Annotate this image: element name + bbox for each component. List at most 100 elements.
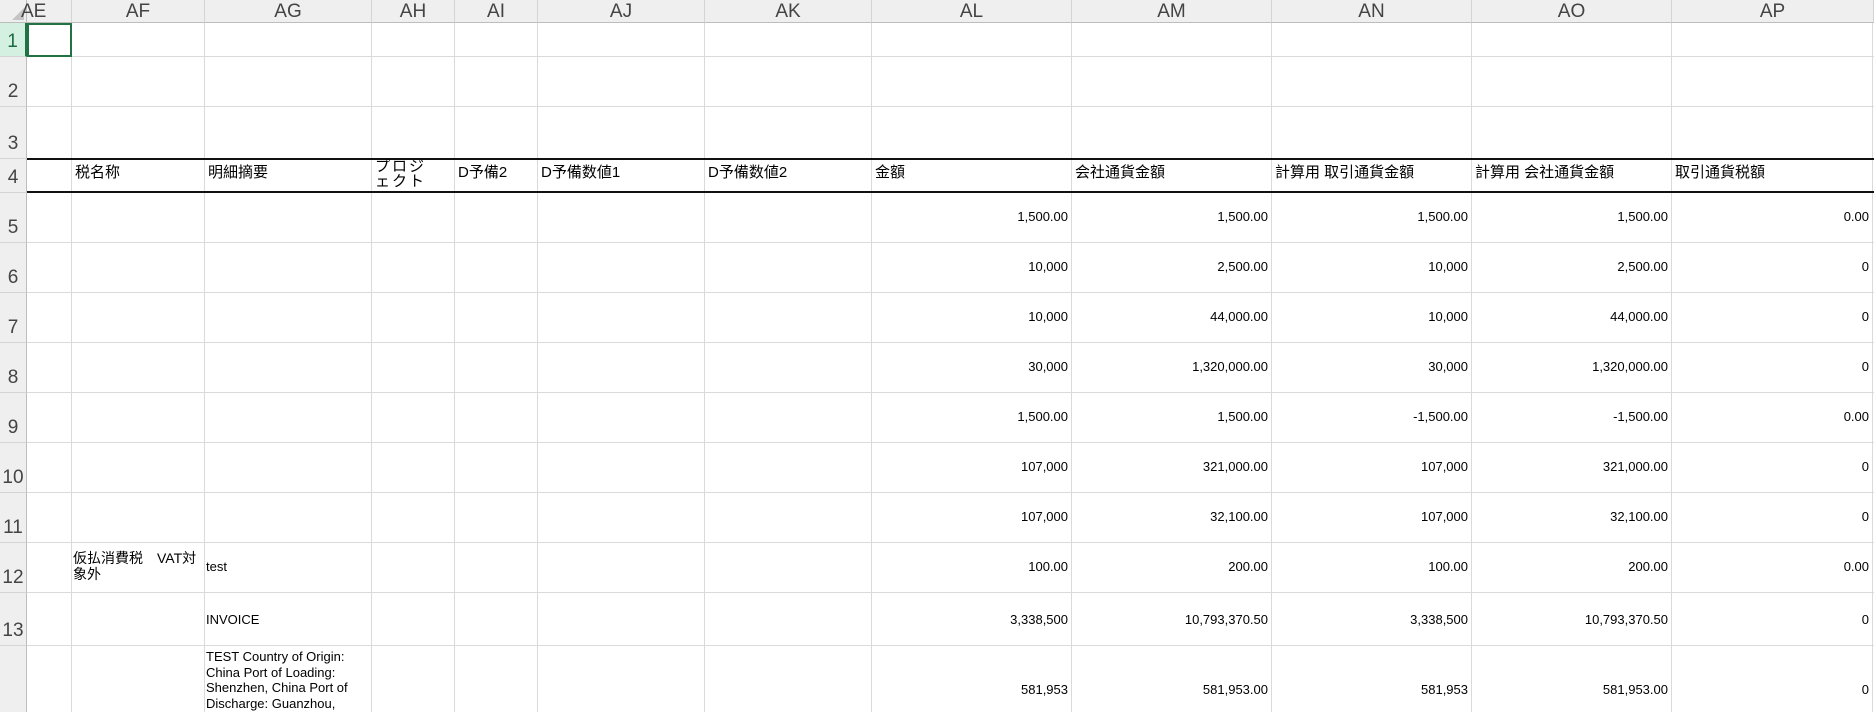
- cell-ao8[interactable]: 1,320,000.00: [1472, 359, 1671, 374]
- column-header-ae[interactable]: AE: [21, 0, 72, 23]
- cell-am9[interactable]: 1,500.00: [1072, 409, 1271, 424]
- column-header-ai[interactable]: AI: [455, 0, 538, 23]
- cell-am7[interactable]: 44,000.00: [1072, 309, 1271, 324]
- cell-ap5[interactable]: 0.00: [1672, 209, 1872, 224]
- row-header-13[interactable]: 13: [0, 593, 27, 646]
- cell-am11[interactable]: 32,100.00: [1072, 509, 1271, 524]
- cell-am8[interactable]: 1,320,000.00: [1072, 359, 1271, 374]
- header-cell-ah[interactable]: プロジェクト: [372, 159, 442, 191]
- cell-al12[interactable]: 100.00: [872, 559, 1071, 574]
- cell-af12[interactable]: 仮払消費税 VAT対象外: [73, 550, 203, 582]
- cell-ap8[interactable]: 0: [1672, 359, 1872, 374]
- header-cell-ag[interactable]: 明細摘要: [205, 164, 371, 190]
- row-header-10[interactable]: 10: [0, 443, 27, 493]
- cell-an14[interactable]: 581,953: [1272, 682, 1471, 697]
- cell-an12[interactable]: 100.00: [1272, 559, 1471, 574]
- row-header-4[interactable]: 4: [0, 159, 27, 193]
- grid-line: [454, 23, 455, 712]
- row-header-8[interactable]: 8: [0, 343, 27, 393]
- cell-al9[interactable]: 1,500.00: [872, 409, 1071, 424]
- column-header-an[interactable]: AN: [1272, 0, 1472, 23]
- cell-ap10[interactable]: 0: [1672, 459, 1872, 474]
- cell-am5[interactable]: 1,500.00: [1072, 209, 1271, 224]
- cell-ao13[interactable]: 10,793,370.50: [1472, 612, 1671, 627]
- row-header-14[interactable]: [0, 646, 27, 712]
- row-header-12[interactable]: 12: [0, 543, 27, 593]
- cell-ap12[interactable]: 0.00: [1672, 559, 1872, 574]
- header-cell-ai[interactable]: D予備2: [455, 164, 537, 190]
- cell-ap7[interactable]: 0: [1672, 309, 1872, 324]
- grid-line: [27, 242, 1874, 243]
- cell-ap6[interactable]: 0: [1672, 259, 1872, 274]
- cell-an6[interactable]: 10,000: [1272, 259, 1471, 274]
- spreadsheet-grid[interactable]: AE AF AG AH AI AJ AK AL AM AN AO AP 1 2 …: [0, 0, 1874, 712]
- header-border-top: [27, 158, 1874, 160]
- cell-al14[interactable]: 581,953: [872, 682, 1071, 697]
- header-cell-an[interactable]: 計算用 取引通貨金額: [1272, 164, 1471, 190]
- cell-an10[interactable]: 107,000: [1272, 459, 1471, 474]
- cell-an5[interactable]: 1,500.00: [1272, 209, 1471, 224]
- row-header-2[interactable]: 2: [0, 57, 27, 107]
- cell-al10[interactable]: 107,000: [872, 459, 1071, 474]
- cell-an7[interactable]: 10,000: [1272, 309, 1471, 324]
- column-header-ak[interactable]: AK: [705, 0, 872, 23]
- column-header-ao[interactable]: AO: [1472, 0, 1672, 23]
- cell-al7[interactable]: 10,000: [872, 309, 1071, 324]
- row-header-9[interactable]: 9: [0, 393, 27, 443]
- cell-am12[interactable]: 200.00: [1072, 559, 1271, 574]
- column-header-ag[interactable]: AG: [205, 0, 372, 23]
- column-header-af[interactable]: AF: [72, 0, 205, 23]
- cell-am6[interactable]: 2,500.00: [1072, 259, 1271, 274]
- cell-an11[interactable]: 107,000: [1272, 509, 1471, 524]
- cell-an13[interactable]: 3,338,500: [1272, 612, 1471, 627]
- cell-am13[interactable]: 10,793,370.50: [1072, 612, 1271, 627]
- cell-am10[interactable]: 321,000.00: [1072, 459, 1271, 474]
- cell-ap13[interactable]: 0: [1672, 612, 1872, 627]
- cell-al11[interactable]: 107,000: [872, 509, 1071, 524]
- cell-ao6[interactable]: 2,500.00: [1472, 259, 1671, 274]
- header-cell-am[interactable]: 会社通貨金額: [1072, 164, 1271, 190]
- cell-al5[interactable]: 1,500.00: [872, 209, 1071, 224]
- cell-ag12[interactable]: test: [206, 559, 370, 574]
- header-cell-ap[interactable]: 取引通貨税額: [1672, 164, 1872, 190]
- column-header-al[interactable]: AL: [872, 0, 1072, 23]
- cell-am14[interactable]: 581,953.00: [1072, 682, 1271, 697]
- grid-line: [27, 106, 1874, 107]
- column-header-aj[interactable]: AJ: [538, 0, 705, 23]
- cell-ag14[interactable]: TEST Country of Origin: China Port of Lo…: [206, 649, 366, 712]
- cell-ao5[interactable]: 1,500.00: [1472, 209, 1671, 224]
- cell-an9[interactable]: -1,500.00: [1272, 409, 1471, 424]
- cell-ap14[interactable]: 0: [1672, 682, 1872, 697]
- cell-al8[interactable]: 30,000: [872, 359, 1071, 374]
- row-header-1[interactable]: 1: [0, 23, 27, 57]
- header-cell-af[interactable]: 税名称: [72, 164, 204, 190]
- cell-ap11[interactable]: 0: [1672, 509, 1872, 524]
- cell-ao11[interactable]: 32,100.00: [1472, 509, 1671, 524]
- cell-ao7[interactable]: 44,000.00: [1472, 309, 1671, 324]
- header-cell-ak[interactable]: D予備数値2: [705, 164, 871, 190]
- row-header-5[interactable]: 5: [0, 193, 27, 243]
- row-header-7[interactable]: 7: [0, 293, 27, 343]
- row-header-3[interactable]: 3: [0, 107, 27, 159]
- row-header-6[interactable]: 6: [0, 243, 27, 293]
- grid-line: [371, 23, 372, 712]
- column-header-ah[interactable]: AH: [372, 0, 455, 23]
- header-cell-al[interactable]: 金額: [872, 164, 1071, 190]
- cell-ao9[interactable]: -1,500.00: [1472, 409, 1671, 424]
- column-header-am[interactable]: AM: [1072, 0, 1272, 23]
- selected-cell-ae1[interactable]: [27, 23, 72, 57]
- column-header-ap[interactable]: AP: [1672, 0, 1874, 23]
- row-header-11[interactable]: 11: [0, 493, 27, 543]
- cell-an8[interactable]: 30,000: [1272, 359, 1471, 374]
- cell-ao10[interactable]: 321,000.00: [1472, 459, 1671, 474]
- header-cell-ao[interactable]: 計算用 会社通貨金額: [1472, 164, 1671, 190]
- grid-line: [704, 23, 705, 712]
- cell-ag13[interactable]: INVOICE: [206, 612, 370, 627]
- header-cell-aj[interactable]: D予備数値1: [538, 164, 704, 190]
- cell-ap9[interactable]: 0.00: [1672, 409, 1872, 424]
- cell-al13[interactable]: 3,338,500: [872, 612, 1071, 627]
- cell-ao12[interactable]: 200.00: [1472, 559, 1671, 574]
- grid-line: [27, 592, 1874, 593]
- cell-ao14[interactable]: 581,953.00: [1472, 682, 1671, 697]
- cell-al6[interactable]: 10,000: [872, 259, 1071, 274]
